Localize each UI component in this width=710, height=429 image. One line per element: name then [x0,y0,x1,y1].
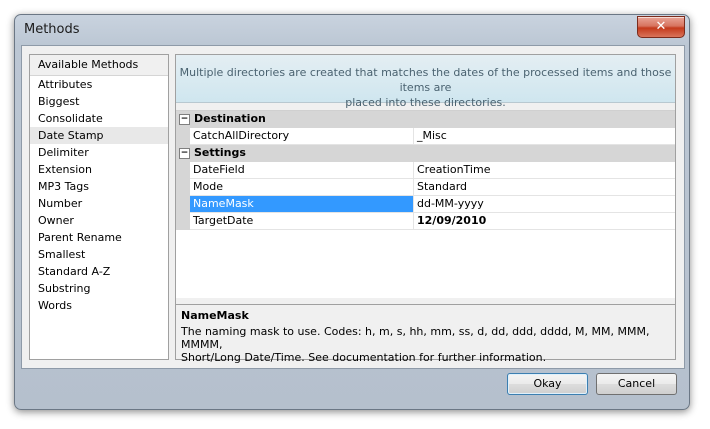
list-item-mp3-tags[interactable]: MP3 Tags [30,178,168,195]
row-gutter [176,196,190,213]
property-row-namemask[interactable]: NameMask dd-MM-yyyy [176,196,675,213]
property-row-catchalldirectory[interactable]: CatchAllDirectory _Misc [176,128,675,145]
list-item-substring[interactable]: Substring [30,280,168,297]
category-destination[interactable]: − Destination [176,111,675,128]
property-value[interactable]: _Misc [417,128,447,144]
list-item-consolidate[interactable]: Consolidate [30,110,168,127]
row-gutter [176,128,190,145]
list-item-owner[interactable]: Owner [30,212,168,229]
property-grid: − Destination CatchAllDirectory _Misc − … [176,110,675,298]
list-item-extension[interactable]: Extension [30,161,168,178]
property-row-datefield[interactable]: DateField CreationTime [176,162,675,179]
cancel-button[interactable]: Cancel [596,373,677,395]
row-gutter [176,213,190,230]
property-name-selected[interactable]: NameMask [190,196,414,212]
property-help: NameMask The naming mask to use. Codes: … [176,304,675,364]
description-line-2: placed into these directories. [345,96,506,109]
dialog-body: Available Methods Attributes Biggest Con… [21,45,685,369]
property-name[interactable]: CatchAllDirectory [190,128,414,144]
list-header: Available Methods [30,55,168,76]
list-item-attributes[interactable]: Attributes [30,76,168,93]
list-item-standard-a-z[interactable]: Standard A-Z [30,263,168,280]
method-description: Multiple directories are created that ma… [176,55,675,109]
property-value[interactable]: CreationTime [417,162,490,178]
list-item-delimiter[interactable]: Delimiter [30,144,168,161]
methods-list: Available Methods Attributes Biggest Con… [29,54,169,360]
window-title: Methods [24,22,80,37]
row-gutter [176,179,190,196]
category-label: Settings [194,146,246,159]
property-name[interactable]: Mode [190,179,414,195]
methods-dialog: Methods ✕ Available Methods Attributes B… [14,14,690,410]
category-label: Destination [194,112,266,125]
property-value[interactable]: 12/09/2010 [417,213,486,229]
property-value[interactable]: dd-MM-yyyy [417,196,484,212]
list-item-words[interactable]: Words [30,297,168,314]
list-item-date-stamp[interactable]: Date Stamp [30,127,168,144]
collapse-icon[interactable]: − [179,114,190,125]
list-item-parent-rename[interactable]: Parent Rename [30,229,168,246]
list-item-biggest[interactable]: Biggest [30,93,168,110]
okay-button[interactable]: Okay [507,373,588,395]
description-line-1: Multiple directories are created that ma… [179,66,672,94]
help-line-2: Short/Long Date/Time. See documentation … [181,351,547,364]
property-name[interactable]: TargetDate [190,213,414,229]
close-button[interactable]: ✕ [637,16,685,38]
collapse-icon[interactable]: − [179,148,190,159]
method-settings-pane: Multiple directories are created that ma… [175,54,676,364]
list-item-number[interactable]: Number [30,195,168,212]
property-name[interactable]: DateField [190,162,414,178]
close-icon: ✕ [655,19,667,34]
help-line-1: The naming mask to use. Codes: h, m, s, … [181,325,650,351]
category-settings[interactable]: − Settings [176,145,675,162]
property-value[interactable]: Standard [417,179,467,195]
row-gutter [176,162,190,179]
help-title: NameMask [181,309,249,322]
property-row-targetdate[interactable]: TargetDate 12/09/2010 [176,213,675,230]
list-item-smallest[interactable]: Smallest [30,246,168,263]
property-row-mode[interactable]: Mode Standard [176,179,675,196]
